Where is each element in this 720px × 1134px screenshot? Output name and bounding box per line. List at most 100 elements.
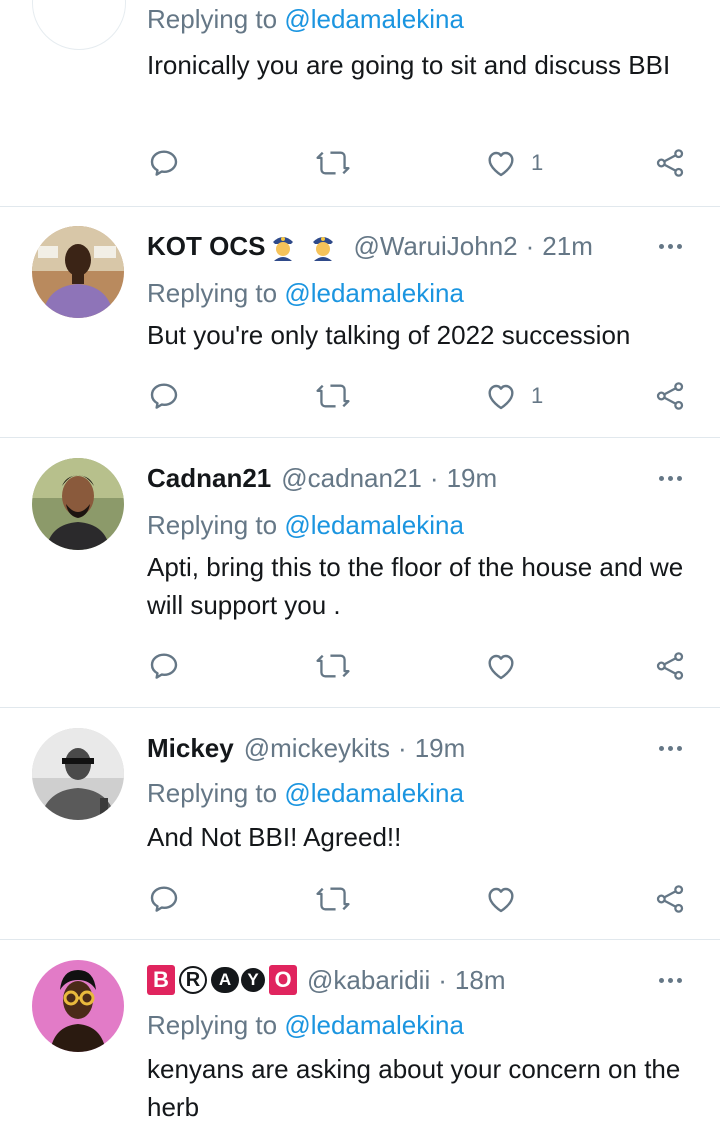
like-icon	[488, 654, 514, 680]
user-handle[interactable]: @cadnan21	[281, 463, 422, 494]
tweet-text: Apti, bring this to the floor of the hou…	[147, 552, 684, 620]
like-count: 1	[531, 383, 544, 408]
mention-link[interactable]: @ledamalekina	[284, 1010, 464, 1040]
replying-to: Replying to @ledamalekina	[147, 4, 464, 35]
like-button[interactable]	[485, 646, 531, 686]
brayo-letter-a: A	[211, 967, 239, 993]
tweet-0[interactable]: Replying to @ledamalekina Ironically you…	[0, 0, 720, 206]
tweet-text: And Not BBI! Agreed!!	[147, 822, 402, 852]
reply-icon	[150, 886, 178, 912]
more-button[interactable]	[654, 732, 686, 764]
share-icon	[656, 652, 684, 680]
tweet-actions	[0, 879, 720, 919]
tweet-header: Cadnan21 @cadnan21 · 19m	[147, 458, 497, 498]
reply-icon	[150, 383, 178, 409]
display-name[interactable]: KOT OCS	[147, 231, 265, 262]
avatar[interactable]	[32, 0, 126, 50]
avatar-image	[32, 960, 124, 1052]
retweet-button[interactable]	[315, 143, 351, 183]
like-icon	[488, 384, 514, 410]
divider	[0, 437, 720, 438]
user-handle[interactable]: @kabaridii	[307, 965, 430, 996]
tweet-actions	[0, 646, 720, 686]
police-officer-emoji	[273, 237, 294, 261]
timestamp[interactable]: 18m	[455, 965, 506, 996]
tweet-3[interactable]: Mickey @mickeykits · 19m Replying to @le…	[0, 728, 720, 938]
timestamp[interactable]: 21m	[542, 231, 593, 262]
more-icon	[658, 977, 664, 983]
timestamp[interactable]: 19m	[415, 733, 466, 764]
replying-to: Replying to @ledamalekina	[147, 278, 464, 309]
mention-link[interactable]: @ledamalekina	[284, 778, 464, 808]
avatar[interactable]	[32, 728, 124, 820]
display-name[interactable]: Mickey	[147, 733, 234, 764]
retweet-button[interactable]	[315, 376, 351, 416]
replying-to-label: Replying to	[147, 278, 278, 308]
separator-dot: ·	[398, 732, 407, 763]
avatar[interactable]	[32, 226, 124, 318]
like-button[interactable]: 1	[485, 143, 543, 183]
avatar-image	[32, 458, 124, 550]
share-button[interactable]	[654, 143, 686, 183]
timestamp[interactable]: 19m	[447, 463, 498, 494]
mention-link[interactable]: @ledamalekina	[284, 278, 464, 308]
separator-dot: ·	[429, 462, 439, 493]
retweet-icon	[316, 151, 350, 175]
tweet-2[interactable]: Cadnan21 @cadnan21 · 19m Replying to @le…	[0, 458, 720, 708]
share-icon	[656, 382, 684, 410]
display-name[interactable]: Cadnan21	[147, 463, 271, 494]
tweet-header: B R A Y O @kabaridii · 18m	[147, 960, 505, 1000]
reply-button[interactable]	[148, 143, 180, 183]
avatar-image	[32, 226, 124, 318]
share-icon	[656, 885, 684, 913]
share-button[interactable]	[654, 376, 686, 416]
retweet-button[interactable]	[315, 879, 351, 919]
retweet-icon	[316, 654, 350, 678]
reply-button[interactable]	[148, 376, 180, 416]
more-icon	[658, 475, 664, 481]
user-handle[interactable]: @WaruiJohn2	[353, 231, 517, 262]
replying-to-label: Replying to	[147, 778, 278, 808]
retweet-icon	[316, 887, 350, 911]
reply-button[interactable]	[148, 646, 180, 686]
more-icon	[658, 243, 664, 249]
like-button[interactable]: 1	[485, 376, 543, 416]
share-button[interactable]	[654, 879, 686, 919]
divider	[0, 206, 720, 207]
share-icon	[656, 149, 684, 177]
display-name[interactable]: B R A Y O	[147, 965, 297, 995]
tweet-4[interactable]: B R A Y O @kabaridii · 18m Replying to @…	[0, 960, 720, 1134]
retweet-button[interactable]	[315, 646, 351, 686]
replying-to-label: Replying to	[147, 510, 278, 540]
replying-to: Replying to @ledamalekina	[147, 778, 464, 809]
user-handle[interactable]: @mickeykits	[244, 733, 390, 764]
brayo-letter-r: R	[179, 966, 207, 994]
police-officer-emoji	[313, 237, 334, 261]
avatar[interactable]	[32, 960, 124, 1052]
like-count: 1	[531, 150, 544, 175]
like-button[interactable]	[485, 879, 531, 919]
separator-dot: ·	[438, 964, 447, 995]
tweet-text: But you're only talking of 2022 successi…	[147, 320, 631, 350]
mention-link[interactable]: @ledamalekina	[284, 510, 464, 540]
like-icon	[488, 887, 514, 913]
brayo-letter-b: B	[147, 965, 175, 995]
brayo-letter-y: Y	[241, 968, 265, 992]
like-icon	[488, 151, 514, 177]
tweet-header: Mickey @mickeykits · 19m	[147, 728, 465, 768]
share-button[interactable]	[654, 646, 686, 686]
more-button[interactable]	[654, 230, 686, 262]
more-icon	[658, 745, 664, 751]
mention-link[interactable]: @ledamalekina	[284, 4, 464, 34]
retweet-icon	[316, 384, 350, 408]
avatar[interactable]	[32, 458, 124, 550]
tweet-text: kenyans are asking about your concern on…	[147, 1054, 681, 1122]
divider	[0, 939, 720, 940]
more-button[interactable]	[654, 964, 686, 996]
tweet-actions: 1	[0, 143, 720, 183]
replying-to: Replying to @ledamalekina	[147, 1010, 464, 1041]
tweet-text: Ironically you are going to sit and disc…	[147, 50, 671, 80]
more-button[interactable]	[654, 462, 686, 494]
tweet-1[interactable]: KOT OCS @WaruiJohn2 · 21m Replying to @l…	[0, 226, 720, 436]
reply-button[interactable]	[148, 879, 180, 919]
